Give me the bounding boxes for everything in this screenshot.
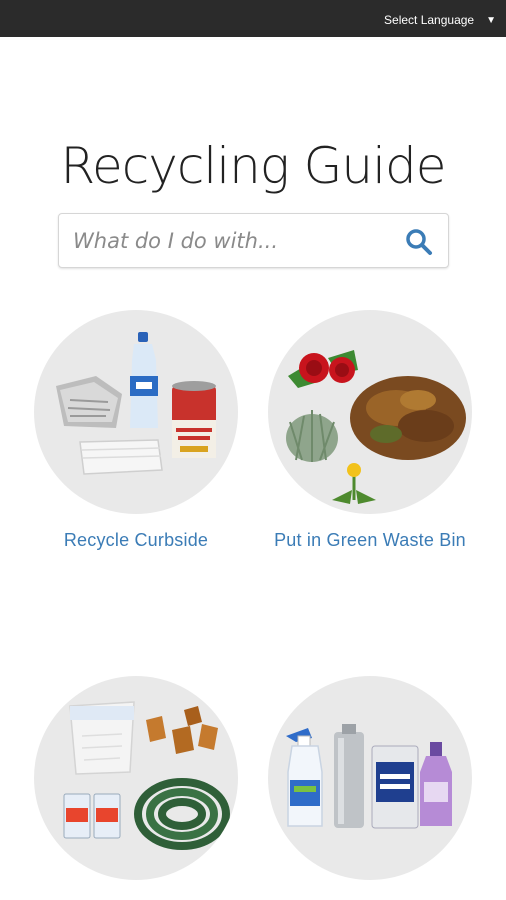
category-green-waste[interactable]: Put in Green Waste Bin [268,310,472,551]
page-title: Recycling Guide [60,137,446,195]
hazardous-image[interactable] [268,676,472,880]
recycle-curbside-image[interactable] [34,310,238,514]
category-recycle-curbside[interactable]: Recycle Curbside [34,310,238,551]
category-trash[interactable] [34,676,238,896]
search-icon[interactable] [404,227,434,257]
top-bar: Select Language ▼ [0,0,506,37]
trash-items-icon [63,701,230,850]
recycle-curbside-link[interactable]: Recycle Curbside [34,530,238,551]
trash-image[interactable] [34,676,238,880]
dropdown-caret-icon: ▼ [486,14,496,26]
green-waste-link[interactable]: Put in Green Waste Bin [268,530,472,551]
category-hazardous[interactable] [268,676,472,896]
language-selector[interactable]: Select Language ▼ [384,13,496,27]
hazardous-waste-icon [286,724,452,829]
recyclables-icon [56,332,216,475]
search-box [58,213,449,268]
search-input[interactable] [73,224,393,258]
language-label: Select Language [384,13,475,27]
green-waste-image[interactable] [268,310,472,514]
green-waste-icon [286,350,466,504]
